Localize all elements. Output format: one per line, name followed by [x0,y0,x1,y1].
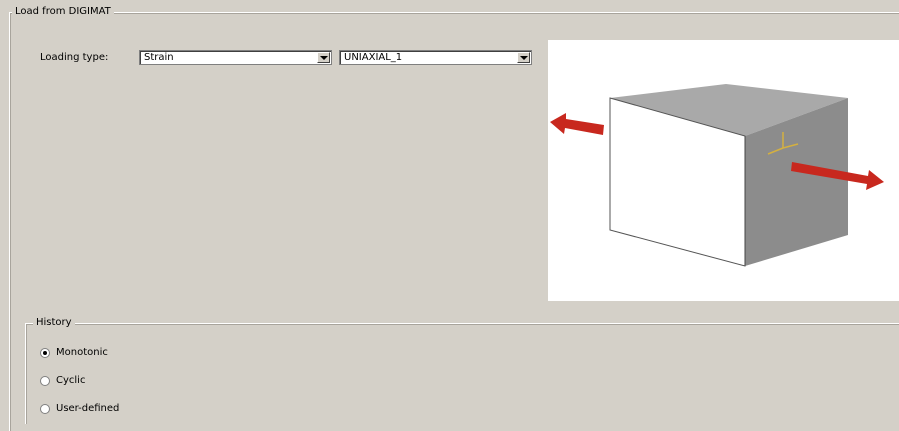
loading-type-select[interactable]: Strain [139,50,332,65]
monotonic-label: Monotonic [56,347,108,358]
cyclic-label: Cyclic [56,375,86,386]
load-case-select[interactable]: UNIAXIAL_1 [339,50,532,65]
left-arrow-icon [550,113,604,135]
history-group [25,323,899,424]
uniaxial-cube-illustration [550,84,884,267]
loading-type-value: Strain [144,52,174,63]
user-defined-label: User-defined [56,403,120,414]
user-defined-radio[interactable] [40,404,50,414]
monotonic-radio[interactable] [40,348,50,358]
loading-preview-image [548,40,899,301]
group-title: Load from DIGIMAT [12,6,114,18]
history-title: History [33,317,75,329]
cyclic-radio[interactable] [40,376,50,386]
chevron-down-icon[interactable] [317,52,330,63]
loading-type-label: Loading type: [40,52,109,63]
load-case-value: UNIAXIAL_1 [344,52,403,63]
chevron-down-icon[interactable] [517,52,530,63]
